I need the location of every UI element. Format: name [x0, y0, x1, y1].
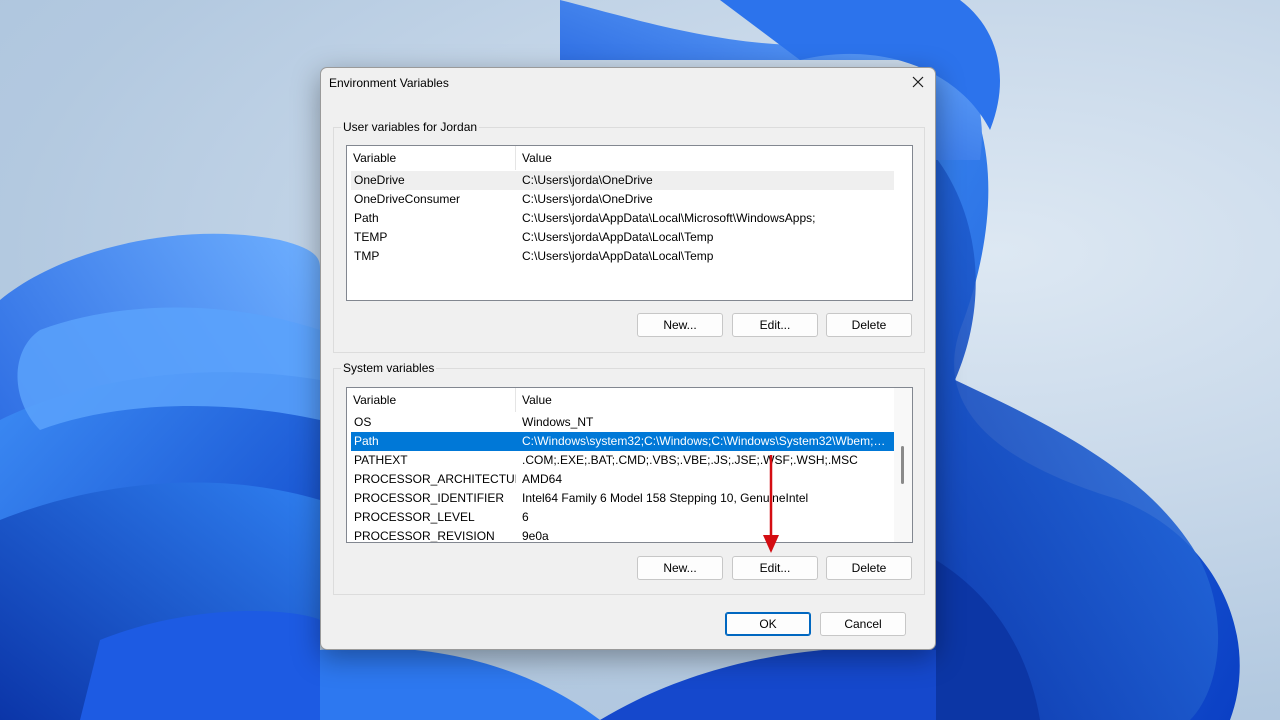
- list-header: Variable Value: [347, 388, 894, 412]
- table-row[interactable]: TMP C:\Users\jorda\AppData\Local\Temp: [351, 247, 894, 266]
- ok-button[interactable]: OK: [725, 612, 811, 636]
- variable-name-cell: PATHEXT: [354, 453, 408, 467]
- system-variables-rows: OS Windows_NT Path C:\Windows\system32;C:\W…: [351, 413, 894, 543]
- user-variables-label: User variables for Jordan: [341, 119, 480, 135]
- cancel-button[interactable]: Cancel: [820, 612, 906, 636]
- variable-name-cell: PROCESSOR_REVISION: [354, 529, 495, 543]
- variable-name-cell: Path: [354, 211, 379, 225]
- table-row[interactable]: PROCESSOR_IDENTIFIER Intel64 Family 6 Mod…: [351, 489, 894, 508]
- variable-name-cell: OneDriveConsumer: [354, 192, 461, 206]
- system-new-button[interactable]: New...: [637, 556, 723, 580]
- user-variables-group: User variables for Jordan Variable Value…: [333, 119, 925, 353]
- variable-value-cell: 6: [522, 510, 529, 524]
- table-row[interactable]: PROCESSOR_ARCHITECTURE AMD64: [351, 470, 894, 489]
- table-row[interactable]: Path C:\Windows\system32;C:\Windows;C:\Wi…: [351, 432, 894, 451]
- variable-value-cell: C:\Users\jorda\AppData\Local\Temp: [522, 230, 714, 244]
- table-row[interactable]: OneDrive C:\Users\jorda\OneDrive: [351, 171, 894, 190]
- variable-value-cell: C:\Users\jorda\OneDrive: [522, 173, 653, 187]
- variable-value-cell: Intel64 Family 6 Model 158 Stepping 10, …: [522, 491, 809, 505]
- dialog-title: Environment Variables: [329, 76, 449, 90]
- title-bar[interactable]: Environment Variables: [321, 68, 935, 98]
- variable-name-cell: Path: [354, 434, 379, 448]
- variable-name-cell: TMP: [354, 249, 380, 263]
- scrollbar-thumb[interactable]: [901, 446, 904, 484]
- variable-name-cell: PROCESSOR_ARCHITECTURE: [354, 472, 516, 486]
- column-header-value[interactable]: Value: [516, 146, 894, 170]
- system-variables-label: System variables: [341, 360, 437, 376]
- user-variables-list[interactable]: Variable Value OneDrive C:\Users\jorda\On…: [346, 145, 913, 301]
- variable-name-cell: OneDrive: [354, 173, 405, 187]
- user-delete-button[interactable]: Delete: [826, 313, 912, 337]
- variable-value-cell: C:\Users\jorda\AppData\Local\Temp: [522, 249, 714, 263]
- variable-value-cell: .COM;.EXE;.BAT;.CMD;.VBS;.VBE;.JS;.JSE;.…: [522, 453, 858, 467]
- environment-variables-dialog: Environment Variables User variables for…: [320, 67, 936, 650]
- system-variables-group: System variables Variable Value OS Window…: [333, 360, 925, 595]
- column-header-variable[interactable]: Variable: [347, 388, 516, 412]
- variable-value-cell: C:\Users\jorda\OneDrive: [522, 192, 653, 206]
- table-row[interactable]: PROCESSOR_LEVEL 6: [351, 508, 894, 527]
- list-header: Variable Value: [347, 146, 894, 170]
- variable-name-cell: OS: [354, 415, 372, 429]
- system-edit-button[interactable]: Edit...: [732, 556, 818, 580]
- table-row[interactable]: TEMP C:\Users\jorda\AppData\Local\Temp: [351, 228, 894, 247]
- table-row[interactable]: PROCESSOR_REVISION 9e0a: [351, 527, 894, 543]
- user-edit-button[interactable]: Edit...: [732, 313, 818, 337]
- table-row[interactable]: Path C:\Users\jorda\AppData\Local\Microso…: [351, 209, 894, 228]
- variable-value-cell: Windows_NT: [522, 415, 594, 429]
- variable-name-cell: PROCESSOR_LEVEL: [354, 510, 475, 524]
- user-new-button[interactable]: New...: [637, 313, 723, 337]
- table-row[interactable]: OS Windows_NT: [351, 413, 894, 432]
- variable-name-cell: TEMP: [354, 230, 388, 244]
- annotation-arrow: [763, 455, 779, 553]
- variable-value-cell: 9e0a: [522, 529, 549, 543]
- variable-name-cell: PROCESSOR_IDENTIFIER: [354, 491, 505, 505]
- table-row[interactable]: OneDriveConsumer C:\Users\jorda\OneDrive: [351, 190, 894, 209]
- column-header-variable[interactable]: Variable: [347, 146, 516, 170]
- variable-value-cell: AMD64: [522, 472, 563, 486]
- system-delete-button[interactable]: Delete: [826, 556, 912, 580]
- column-header-value[interactable]: Value: [516, 388, 894, 412]
- close-button[interactable]: [901, 68, 935, 96]
- variable-value-cell: C:\Users\jorda\AppData\Local\Microsoft\W…: [522, 211, 816, 225]
- close-icon: [912, 76, 924, 88]
- vertical-scrollbar[interactable]: [894, 388, 912, 542]
- system-variables-list[interactable]: Variable Value OS Windows_NT Path C:\Window…: [346, 387, 913, 543]
- user-variables-rows: OneDrive C:\Users\jorda\OneDrive OneDriveC…: [351, 171, 894, 266]
- variable-value-cell: C:\Windows\system32;C:\Windows;C:\Window…: [522, 434, 894, 448]
- table-row[interactable]: PATHEXT .COM;.EXE;.BAT;.CMD;.VBS;.VBE;.JS…: [351, 451, 894, 470]
